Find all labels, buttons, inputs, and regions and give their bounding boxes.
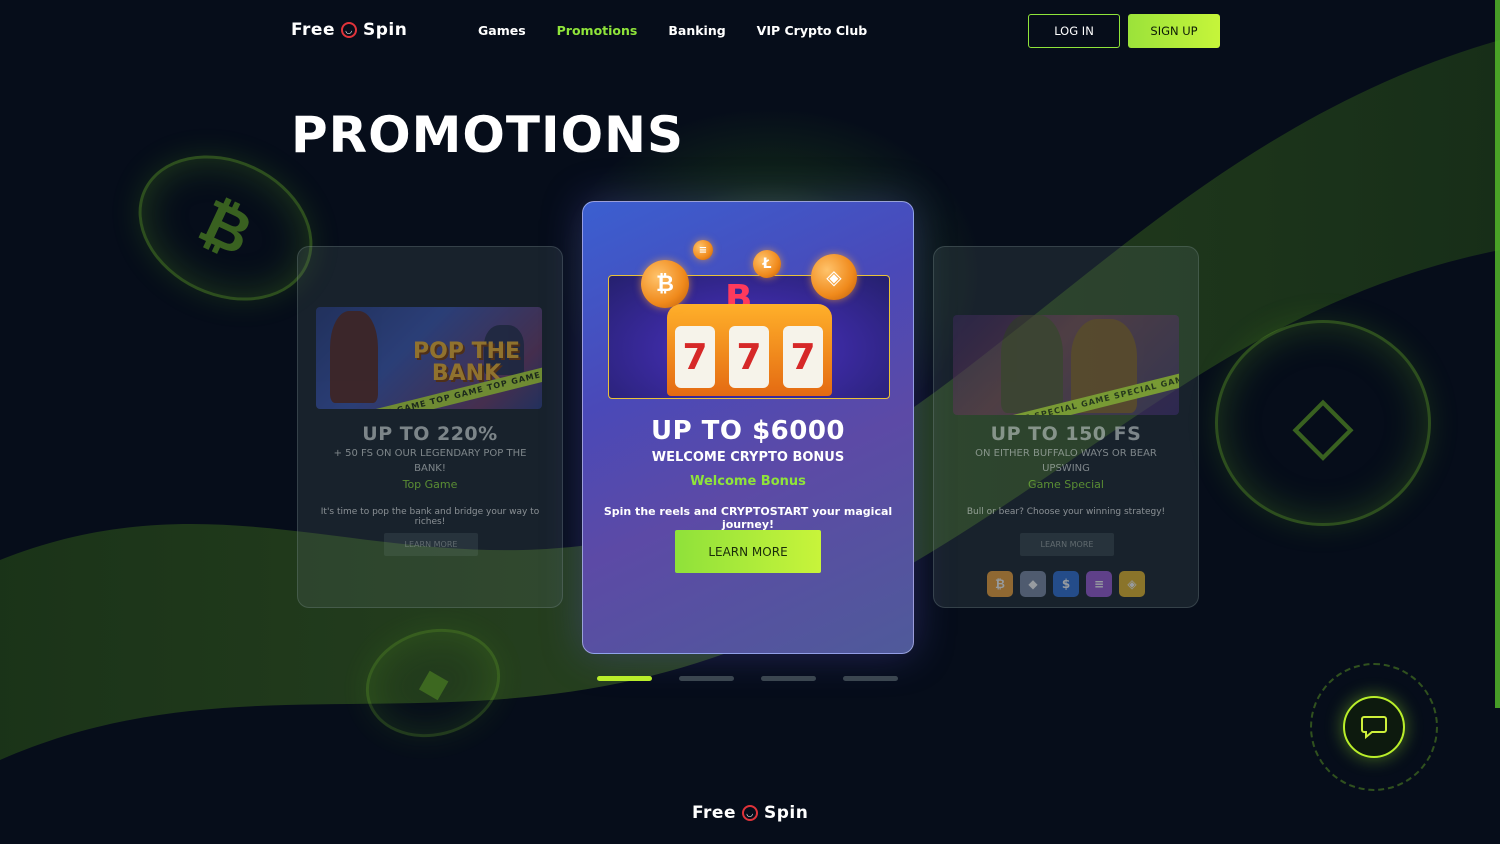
page-title: PROMOTIONS [291,106,684,164]
logo-text-spin: Spin [362,20,408,40]
logo-mark-icon: ◡ [340,22,357,38]
scroll-indicator [1495,0,1500,708]
learn-more-button[interactable]: LEARN MORE [1020,533,1114,556]
promo-subtitle: WELCOME CRYPTO BONUS [651,450,845,465]
site-logo[interactable]: Free ◡ Spin [291,20,407,40]
promo-headline: UP TO 150 FS [990,423,1142,445]
promo-tag: Top Game [402,478,458,491]
promo-description: Bull or bear? Choose your winning strate… [966,507,1166,517]
carousel-dot-2[interactable] [679,676,734,681]
learn-more-button[interactable]: LEARN MORE [675,530,821,573]
carousel-dots [597,676,898,681]
promo-description: It's time to pop the bank and bridge you… [320,507,540,527]
ethereum-coin-icon: ◇ [1215,320,1431,526]
promo-card-right[interactable]: GAME SPECIAL GAME SPECIAL GAME S UP TO 1… [933,246,1199,608]
promo-description: Spin the reels and CRYPTOSTART your magi… [603,505,893,531]
bitcoin-icon: ₿ [987,571,1013,597]
nav-promotions[interactable]: Promotions [557,23,638,38]
robber-figure [330,311,378,403]
pop-the-bank-artwork: POP THE BANK TOP GAME TOP GAME TOP GAME [316,307,542,409]
promo-tag: Welcome Bonus [690,474,806,489]
main-nav: Games Promotions Banking VIP Crypto Club [478,23,867,38]
site-header: Free ◡ Spin Games Promotions Banking VIP… [0,0,1500,62]
promo-subtitle: ON EITHER BUFFALO WAYS OR BEAR UPSWING [975,448,1157,474]
carousel-dot-1[interactable] [597,676,652,681]
nav-vip-crypto-club[interactable]: VIP Crypto Club [757,23,868,38]
nav-games[interactable]: Games [478,23,526,38]
learn-more-button[interactable]: LEARN MORE [384,533,478,556]
usdc-icon: $ [1053,571,1079,597]
carousel-dot-3[interactable] [761,676,816,681]
promo-headline: UP TO 220% [362,423,498,445]
footer-logo[interactable]: Free ◡ Spin [692,803,808,823]
logo-text-free: Free [692,803,736,823]
logo-mark-icon: ◡ [741,805,758,821]
promo-headline: UP TO $6000 [650,416,846,446]
promo-tag: Game Special [1028,478,1104,491]
promo-card-center[interactable]: B 7 7 7 ₿ ≡ Ł ◈ UP TO $6000 WELCOME CRYP… [582,201,914,654]
logo-text-spin: Spin [763,803,809,823]
litecoin-coin-icon: Ł [753,250,781,278]
chat-widget [1310,663,1438,791]
login-button[interactable]: LOG IN [1028,14,1120,48]
ethereum-coin-icon: ◈ [811,254,857,300]
bull-figure [1001,315,1063,413]
chat-button[interactable] [1343,696,1405,758]
logo-text-free: Free [291,20,335,40]
bitcoin-coin-icon: ₿ [641,260,689,308]
buffalo-bear-artwork: GAME SPECIAL GAME SPECIAL GAME S [953,315,1179,415]
bnb-icon: ◈ [1119,571,1145,597]
promo-card-left[interactable]: POP THE BANK TOP GAME TOP GAME TOP GAME … [297,246,563,608]
reel-right: 7 [783,326,823,388]
reel-middle: 7 [729,326,769,388]
reel-left: 7 [675,326,715,388]
signup-button[interactable]: SIGN UP [1128,14,1220,48]
solana-icon: ≡ [1086,571,1112,597]
carousel-dot-4[interactable] [843,676,898,681]
chat-bubble-icon [1361,716,1387,740]
nav-banking[interactable]: Banking [668,23,725,38]
payment-icons: ₿ ◆ $ ≡ ◈ [987,571,1145,597]
slot-machine: 7 7 7 [667,304,832,396]
ethereum-icon: ◆ [1020,571,1046,597]
small-coin-icon: ≡ [693,240,713,260]
promo-subtitle: + 50 FS ON OUR LEGENDARY POP THE BANK! [333,448,527,474]
